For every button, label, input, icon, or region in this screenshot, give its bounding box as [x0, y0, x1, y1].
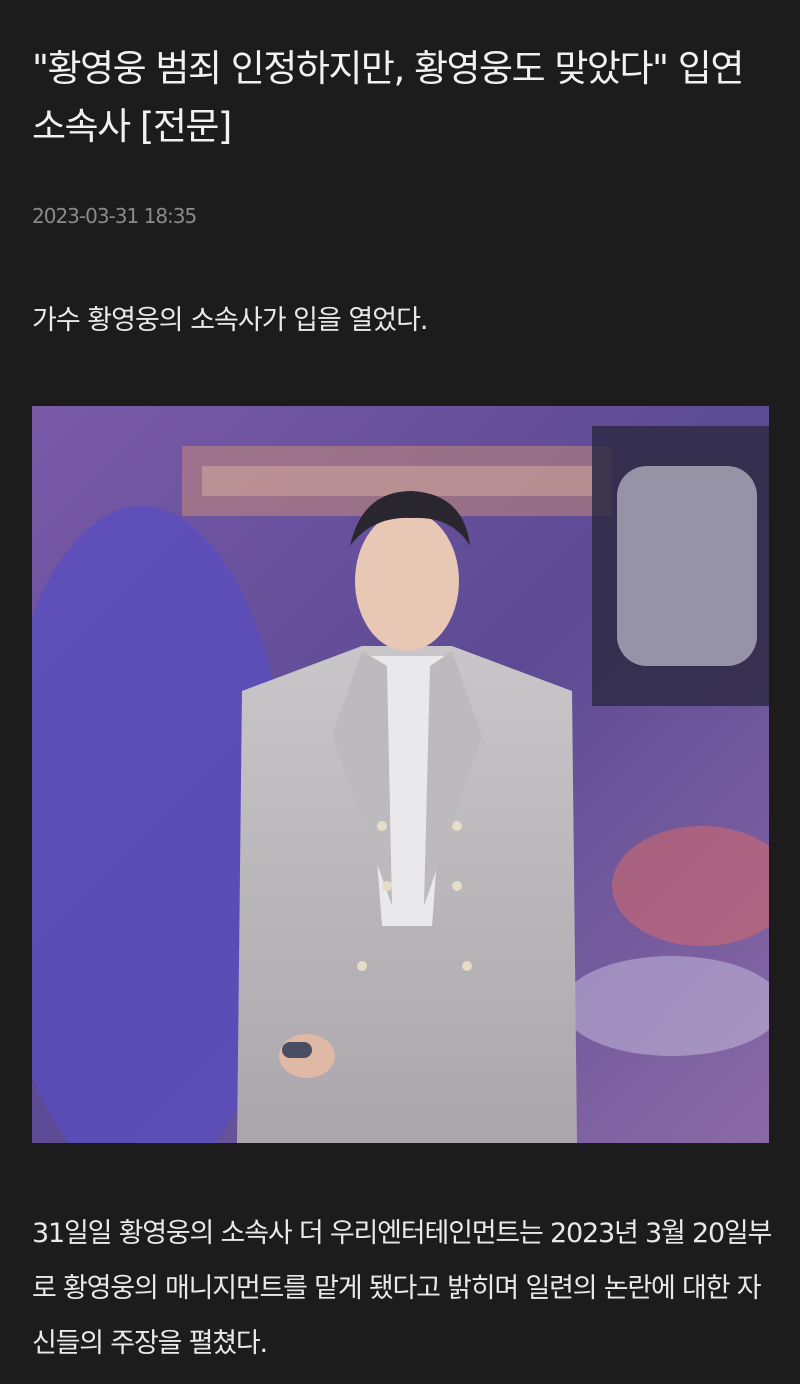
article-lead: 가수 황영웅의 소속사가 입을 열었다.: [32, 305, 429, 336]
article-photo[interactable]: [32, 406, 769, 1143]
article-body: 31일일 황영웅의 소속사 더 우리엔터테인먼트는 2023년 3월 20일부로…: [32, 1218, 772, 1359]
article-timestamp: 2023-03-31 18:35: [32, 204, 197, 228]
article: "황영웅 범죄 인정하지만, 황영웅도 맞았다" 입연 소속사 [전문] 202…: [0, 0, 800, 1384]
photo-illustration: [32, 406, 769, 1143]
article-headline: "황영웅 범죄 인정하지만, 황영웅도 맞았다" 입연 소속사 [전문]: [32, 47, 744, 148]
